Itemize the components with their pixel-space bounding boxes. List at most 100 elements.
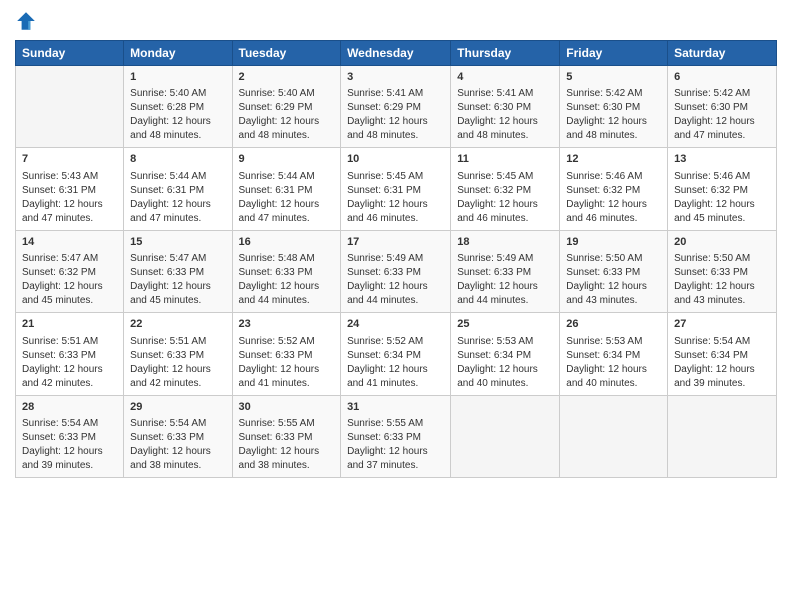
day-number: 29 — [130, 400, 225, 415]
cell-text: Daylight: 12 hours — [457, 363, 553, 377]
weekday-saturday: Saturday — [668, 41, 777, 66]
weekday-monday: Monday — [124, 41, 232, 66]
calendar-cell: 11Sunrise: 5:45 AMSunset: 6:32 PMDayligh… — [451, 148, 560, 230]
calendar-cell: 26Sunrise: 5:53 AMSunset: 6:34 PMDayligh… — [560, 313, 668, 395]
cell-text: Sunrise: 5:45 AM — [457, 170, 553, 184]
calendar-cell: 3Sunrise: 5:41 AMSunset: 6:29 PMDaylight… — [341, 66, 451, 148]
day-number: 13 — [674, 152, 770, 167]
day-number: 5 — [566, 70, 661, 85]
cell-text: Sunset: 6:30 PM — [566, 101, 661, 115]
cell-text: Daylight: 12 hours — [22, 280, 117, 294]
cell-text: and 38 minutes. — [239, 459, 335, 473]
cell-text: and 38 minutes. — [130, 459, 225, 473]
calendar-cell: 18Sunrise: 5:49 AMSunset: 6:33 PMDayligh… — [451, 230, 560, 312]
cell-text: Daylight: 12 hours — [239, 198, 335, 212]
calendar-week-row: 1Sunrise: 5:40 AMSunset: 6:28 PMDaylight… — [16, 66, 777, 148]
day-number: 1 — [130, 70, 225, 85]
calendar-cell: 7Sunrise: 5:43 AMSunset: 6:31 PMDaylight… — [16, 148, 124, 230]
day-number: 9 — [239, 152, 335, 167]
cell-text: Sunset: 6:33 PM — [457, 266, 553, 280]
cell-text: Sunrise: 5:51 AM — [130, 335, 225, 349]
cell-text: and 40 minutes. — [457, 377, 553, 391]
cell-text: Sunrise: 5:54 AM — [674, 335, 770, 349]
cell-text: Sunset: 6:33 PM — [22, 349, 117, 363]
cell-text: Sunset: 6:33 PM — [347, 431, 444, 445]
logo — [15, 10, 41, 32]
day-number: 27 — [674, 317, 770, 332]
cell-text: Daylight: 12 hours — [457, 115, 553, 129]
cell-text: Sunset: 6:32 PM — [457, 184, 553, 198]
cell-text: Daylight: 12 hours — [347, 115, 444, 129]
cell-text: and 47 minutes. — [674, 129, 770, 143]
cell-text: Sunrise: 5:50 AM — [566, 252, 661, 266]
calendar-cell: 27Sunrise: 5:54 AMSunset: 6:34 PMDayligh… — [668, 313, 777, 395]
cell-text: Daylight: 12 hours — [22, 363, 117, 377]
cell-text: Sunset: 6:34 PM — [566, 349, 661, 363]
calendar-cell: 8Sunrise: 5:44 AMSunset: 6:31 PMDaylight… — [124, 148, 232, 230]
cell-text: and 42 minutes. — [22, 377, 117, 391]
cell-text: Daylight: 12 hours — [239, 445, 335, 459]
cell-text: Daylight: 12 hours — [239, 115, 335, 129]
cell-text: Daylight: 12 hours — [457, 280, 553, 294]
calendar-cell: 12Sunrise: 5:46 AMSunset: 6:32 PMDayligh… — [560, 148, 668, 230]
cell-text: Daylight: 12 hours — [130, 363, 225, 377]
day-number: 16 — [239, 235, 335, 250]
calendar-cell — [668, 395, 777, 477]
day-number: 10 — [347, 152, 444, 167]
cell-text: Daylight: 12 hours — [130, 280, 225, 294]
cell-text: and 39 minutes. — [674, 377, 770, 391]
cell-text: Sunset: 6:33 PM — [347, 266, 444, 280]
calendar-header: SundayMondayTuesdayWednesdayThursdayFrid… — [16, 41, 777, 66]
cell-text: and 45 minutes. — [130, 294, 225, 308]
cell-text: and 48 minutes. — [347, 129, 444, 143]
cell-text: and 44 minutes. — [347, 294, 444, 308]
day-number: 30 — [239, 400, 335, 415]
weekday-header-row: SundayMondayTuesdayWednesdayThursdayFrid… — [16, 41, 777, 66]
cell-text: Sunset: 6:33 PM — [239, 266, 335, 280]
cell-text: Sunrise: 5:45 AM — [347, 170, 444, 184]
cell-text: Daylight: 12 hours — [566, 115, 661, 129]
cell-text: and 48 minutes. — [239, 129, 335, 143]
cell-text: and 48 minutes. — [566, 129, 661, 143]
cell-text: Sunset: 6:31 PM — [22, 184, 117, 198]
page: SundayMondayTuesdayWednesdayThursdayFrid… — [0, 0, 792, 612]
cell-text: and 47 minutes. — [130, 212, 225, 226]
cell-text: Sunset: 6:34 PM — [457, 349, 553, 363]
day-number: 19 — [566, 235, 661, 250]
day-number: 23 — [239, 317, 335, 332]
cell-text: Daylight: 12 hours — [347, 198, 444, 212]
cell-text: and 44 minutes. — [239, 294, 335, 308]
cell-text: Sunrise: 5:40 AM — [130, 87, 225, 101]
cell-text: Daylight: 12 hours — [347, 445, 444, 459]
cell-text: and 37 minutes. — [347, 459, 444, 473]
cell-text: Daylight: 12 hours — [566, 198, 661, 212]
cell-text: Sunset: 6:30 PM — [457, 101, 553, 115]
day-number: 6 — [674, 70, 770, 85]
cell-text: Daylight: 12 hours — [22, 445, 117, 459]
day-number: 7 — [22, 152, 117, 167]
day-number: 4 — [457, 70, 553, 85]
weekday-friday: Friday — [560, 41, 668, 66]
cell-text: Daylight: 12 hours — [674, 280, 770, 294]
cell-text: and 45 minutes. — [674, 212, 770, 226]
calendar-body: 1Sunrise: 5:40 AMSunset: 6:28 PMDaylight… — [16, 66, 777, 478]
cell-text: and 41 minutes. — [239, 377, 335, 391]
cell-text: and 40 minutes. — [566, 377, 661, 391]
calendar-cell — [560, 395, 668, 477]
day-number: 2 — [239, 70, 335, 85]
day-number: 18 — [457, 235, 553, 250]
cell-text: Sunset: 6:32 PM — [22, 266, 117, 280]
cell-text: and 42 minutes. — [130, 377, 225, 391]
day-number: 12 — [566, 152, 661, 167]
calendar-cell: 13Sunrise: 5:46 AMSunset: 6:32 PMDayligh… — [668, 148, 777, 230]
cell-text: Sunrise: 5:53 AM — [566, 335, 661, 349]
cell-text: Sunset: 6:33 PM — [566, 266, 661, 280]
calendar-cell: 9Sunrise: 5:44 AMSunset: 6:31 PMDaylight… — [232, 148, 341, 230]
calendar-cell: 17Sunrise: 5:49 AMSunset: 6:33 PMDayligh… — [341, 230, 451, 312]
day-number: 3 — [347, 70, 444, 85]
cell-text: and 44 minutes. — [457, 294, 553, 308]
cell-text: Sunset: 6:33 PM — [239, 431, 335, 445]
day-number: 21 — [22, 317, 117, 332]
calendar-cell: 2Sunrise: 5:40 AMSunset: 6:29 PMDaylight… — [232, 66, 341, 148]
weekday-thursday: Thursday — [451, 41, 560, 66]
